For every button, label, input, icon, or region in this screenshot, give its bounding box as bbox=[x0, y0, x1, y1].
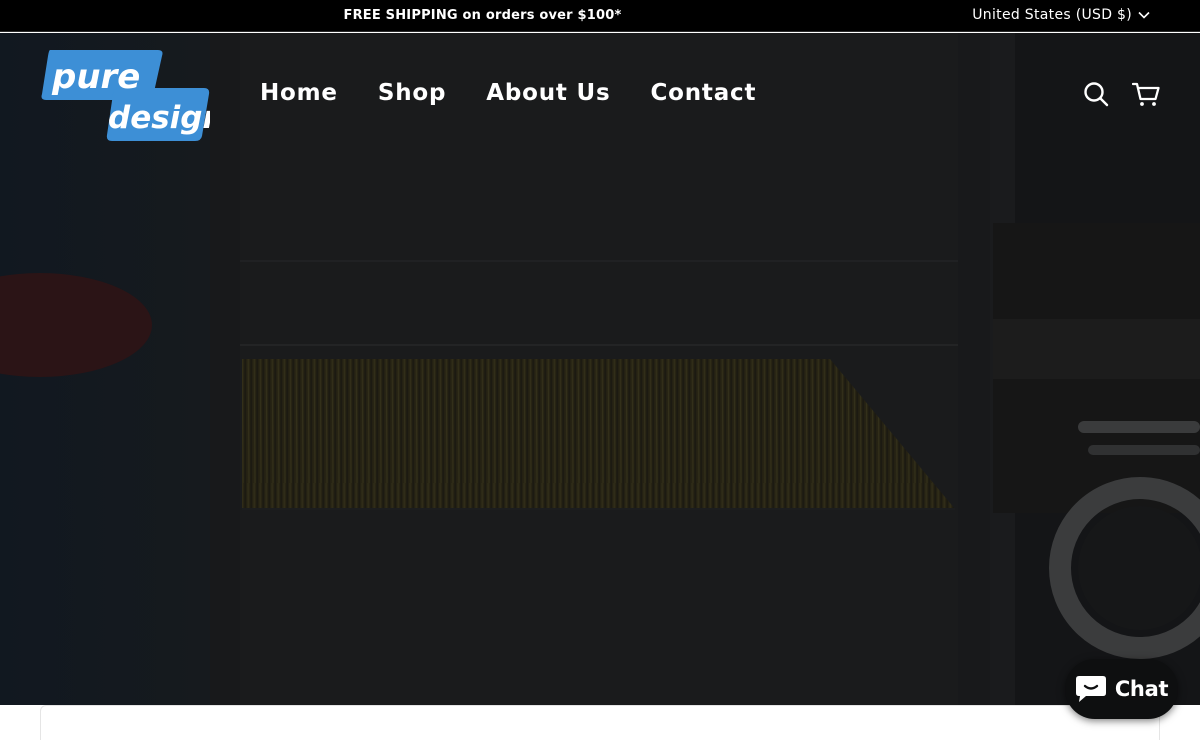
chat-label: Chat bbox=[1114, 677, 1169, 701]
cart-icon[interactable] bbox=[1132, 80, 1160, 108]
nav-about-us[interactable]: About Us bbox=[486, 78, 610, 108]
nav-contact[interactable]: Contact bbox=[650, 78, 756, 108]
content-card bbox=[40, 705, 1160, 740]
nav-home[interactable]: Home bbox=[260, 78, 338, 108]
chevron-down-icon bbox=[1138, 11, 1150, 19]
chat-button[interactable]: Chat bbox=[1065, 659, 1178, 719]
pure-design-logo[interactable]: pure design bbox=[40, 48, 210, 141]
nav-shop[interactable]: Shop bbox=[378, 78, 446, 108]
logo-text-design: design bbox=[108, 100, 210, 136]
currency-label: United States (USD $) bbox=[972, 7, 1132, 23]
free-shipping-promo: FREE SHIPPING on orders over $100* bbox=[343, 8, 622, 23]
search-icon[interactable] bbox=[1082, 80, 1110, 108]
chat-bubble-icon bbox=[1075, 676, 1106, 702]
main-nav: Home Shop About Us Contact bbox=[260, 78, 756, 108]
logo-text-pure: pure bbox=[51, 57, 140, 97]
currency-selector[interactable]: United States (USD $) bbox=[972, 7, 1150, 23]
announcement-bar: FREE SHIPPING on orders over $100* Unite… bbox=[0, 0, 1200, 32]
